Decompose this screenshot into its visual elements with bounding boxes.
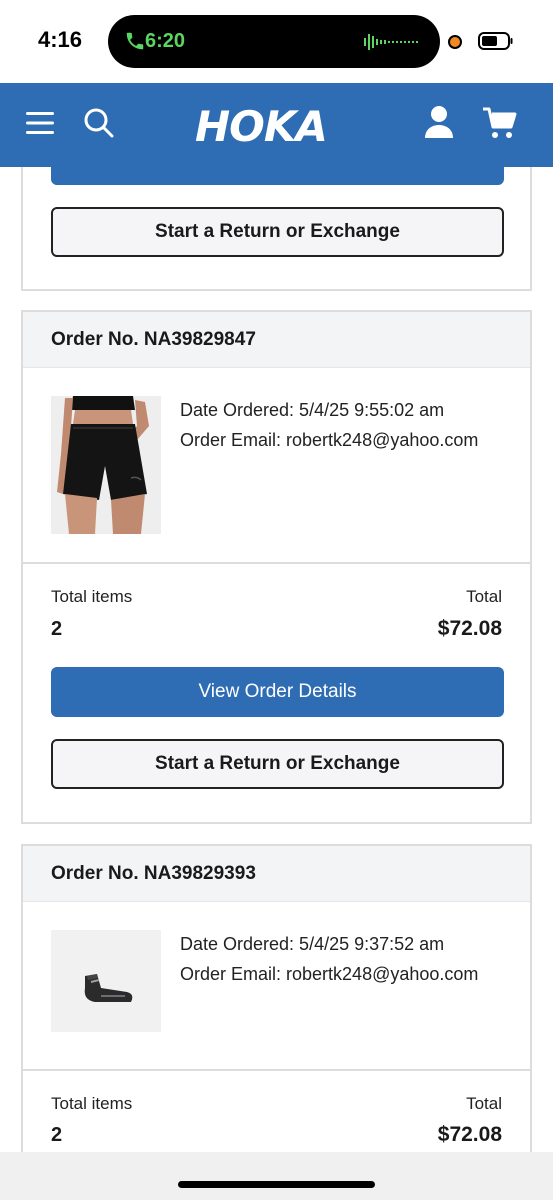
order-card: Order No. NA39829847 Date Ordered: 5/4/2… — [21, 310, 532, 824]
menu-icon[interactable] — [26, 110, 54, 136]
status-bar: 4:16 6:20 — [0, 0, 553, 83]
order-email: Order Email: robertk248@yahoo.com — [180, 964, 479, 984]
cart-icon[interactable] — [481, 105, 517, 141]
divider — [23, 562, 530, 564]
order-history-list[interactable]: Start a Return or Exchange Order No. NA3… — [0, 167, 553, 1152]
product-thumbnail[interactable] — [51, 930, 161, 1032]
battery-icon — [478, 32, 513, 50]
order-meta: Date Ordered: 5/4/25 9:37:52 am Order Em… — [180, 929, 478, 989]
view-order-details-button[interactable] — [51, 167, 504, 185]
total-label: Total — [466, 587, 502, 606]
product-thumbnail[interactable] — [51, 396, 161, 534]
total-label: Total — [466, 1094, 502, 1113]
total-items-count: 2 — [51, 618, 63, 640]
brand-name: HOKA — [195, 102, 328, 151]
order-header: Order No. NA39829393 — [23, 846, 530, 902]
black-shorts-photo — [51, 396, 161, 534]
total-items-count: 2 — [51, 1124, 63, 1146]
total-items-label: Total items — [51, 587, 133, 606]
call-duration: 6:20 — [145, 30, 186, 52]
user-icon[interactable] — [424, 105, 454, 139]
bottom-safe-area — [0, 1152, 553, 1200]
start-return-button[interactable]: Start a Return or Exchange — [51, 207, 504, 257]
view-order-details-button[interactable]: View Order Details — [51, 667, 504, 717]
order-card-previous: Start a Return or Exchange — [21, 167, 532, 291]
start-return-button[interactable]: Start a Return or Exchange — [51, 739, 504, 789]
hoka-logo[interactable]: HOKA — [195, 105, 345, 149]
status-time: 4:16 — [38, 27, 83, 52]
sock-photo — [51, 930, 161, 1032]
order-email: Order Email: robertk248@yahoo.com — [180, 430, 479, 450]
total-items-label: Total items — [51, 1094, 133, 1113]
dynamic-island[interactable]: 6:20 — [108, 15, 440, 68]
phone-icon — [126, 32, 144, 50]
home-indicator[interactable] — [178, 1181, 375, 1188]
order-total-amount: $72.08 — [437, 1123, 502, 1146]
date-ordered: Date Ordered: 5/4/25 9:37:52 am — [180, 934, 445, 954]
mic-indicator-dot — [448, 35, 462, 49]
order-total-amount: $72.08 — [437, 617, 502, 640]
site-header: HOKA — [0, 83, 553, 167]
search-icon[interactable] — [83, 107, 115, 139]
order-card: Order No. NA39829393 Date Ordered: 5/4/2… — [21, 844, 532, 1152]
audio-waveform-icon — [364, 34, 418, 50]
order-number: Order No. NA39829393 — [51, 863, 256, 884]
divider — [23, 1069, 530, 1071]
date-ordered: Date Ordered: 5/4/25 9:55:02 am — [180, 400, 445, 420]
order-number: Order No. NA39829847 — [51, 329, 256, 350]
order-header: Order No. NA39829847 — [23, 312, 530, 368]
order-meta: Date Ordered: 5/4/25 9:55:02 am Order Em… — [180, 395, 478, 455]
